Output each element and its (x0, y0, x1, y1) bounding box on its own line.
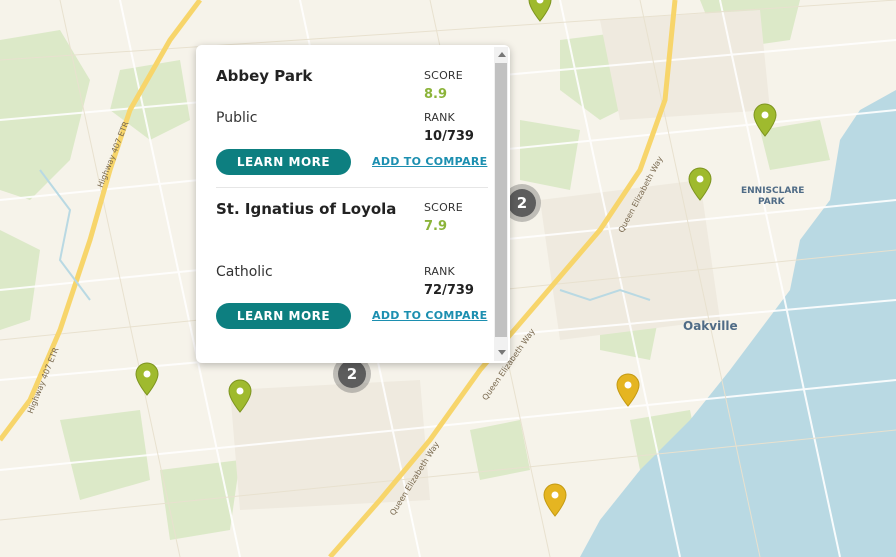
rank-value: 72/739 (424, 283, 474, 298)
school-pin-icon[interactable] (527, 0, 553, 22)
scroll-down-icon[interactable] (498, 350, 506, 355)
rank-label: RANK (424, 265, 455, 278)
score-label: SCORE (424, 69, 463, 82)
rank-label: RANK (424, 111, 455, 124)
rank-value: 10/739 (424, 129, 474, 144)
school-card: St. Ignatius of Loyola Catholic SCORE 7.… (216, 198, 488, 338)
score-value: 7.9 (424, 219, 448, 234)
school-card: Abbey Park Public SCORE 8.9 RANK 10/739 … (216, 65, 488, 185)
cluster-count: 2 (508, 189, 536, 217)
school-pin-icon[interactable] (687, 167, 713, 201)
school-name: Abbey Park (216, 67, 313, 85)
cluster-count: 2 (338, 360, 366, 388)
school-info-popup: Abbey Park Public SCORE 8.9 RANK 10/739 … (196, 45, 510, 363)
scrollbar-thumb[interactable] (495, 63, 507, 337)
school-type: Public (216, 110, 258, 126)
school-pin-icon[interactable] (227, 379, 253, 413)
school-pin-icon[interactable] (615, 373, 641, 407)
school-pin-icon[interactable] (752, 103, 778, 137)
add-to-compare-link[interactable]: ADD TO COMPARE (372, 309, 487, 322)
scroll-up-icon[interactable] (498, 52, 506, 57)
school-pin-icon[interactable] (134, 362, 160, 396)
divider (216, 187, 488, 188)
place-label-oakville: Oakville (683, 319, 738, 333)
add-to-compare-link[interactable]: ADD TO COMPARE (372, 155, 487, 168)
school-type: Catholic (216, 264, 273, 280)
school-name: St. Ignatius of Loyola (216, 200, 397, 218)
score-value: 8.9 (424, 87, 448, 102)
score-label: SCORE (424, 201, 463, 214)
place-label-ennisclare: ENNISCLARE (741, 186, 805, 196)
place-label-park: PARK (758, 197, 785, 207)
learn-more-button[interactable]: LEARN MORE (216, 149, 351, 175)
learn-more-button[interactable]: LEARN MORE (216, 303, 351, 329)
school-pin-icon[interactable] (542, 483, 568, 517)
